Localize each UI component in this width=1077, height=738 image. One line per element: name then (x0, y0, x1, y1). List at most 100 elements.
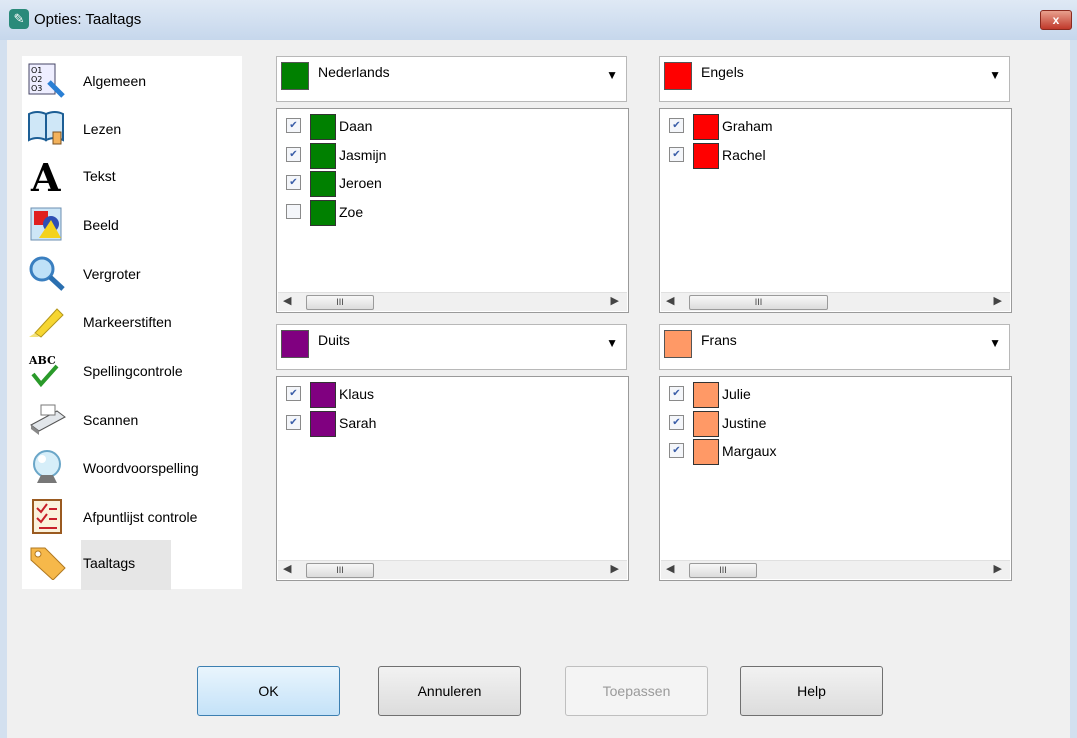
scroll-thumb[interactable]: III (306, 563, 374, 578)
voice-checkbox[interactable]: ✔ (669, 415, 684, 430)
dropdown-arrow-icon: ▼ (989, 336, 1001, 350)
sidebar-item-label: Lezen (83, 121, 122, 137)
checklist-icon (32, 499, 62, 534)
voice-color-swatch (310, 114, 336, 140)
voice-name: Zoe (339, 204, 364, 220)
svg-text:A: A (30, 157, 61, 193)
voice-name: Klaus (339, 386, 375, 402)
window-title: Opties: Taaltags (34, 11, 142, 28)
voice-color-swatch (310, 200, 336, 226)
svg-text:O2: O2 (31, 75, 42, 84)
dropdown-arrow-icon: ▼ (606, 336, 618, 350)
sidebar-item-spellingcontrole[interactable]: ABC Spellingcontrole (22, 348, 242, 392)
sidebar-item-scannen[interactable]: Scannen (22, 397, 242, 441)
close-button[interactable]: x (1040, 10, 1072, 30)
dropdown-arrow-icon: ▼ (989, 68, 1001, 82)
voice-checkbox[interactable]: ✔ (669, 147, 684, 162)
voice-color-swatch (693, 382, 719, 408)
scanner-icon (30, 404, 66, 435)
title-bar: ✎ Opties: Taaltags x (0, 0, 1077, 41)
sidebar-item-label: Woordvoorspelling (83, 460, 199, 476)
horizontal-scrollbar[interactable]: ◀ III ▶ (661, 292, 1010, 311)
scroll-thumb[interactable]: III (689, 563, 757, 578)
window-frame-right (1070, 40, 1077, 738)
scroll-right-icon[interactable]: ▶ (994, 562, 1002, 575)
voice-checkbox[interactable]: ✔ (669, 443, 684, 458)
voice-color-swatch (310, 143, 336, 169)
voice-name: Jeroen (339, 175, 382, 191)
voice-list-engels[interactable]: ✔ Graham ✔ Rachel ◀ III ▶ (659, 108, 1012, 313)
apply-button[interactable]: Toepassen (565, 666, 708, 716)
sidebar-item-vergroter[interactable]: Vergroter (22, 251, 242, 295)
horizontal-scrollbar[interactable]: ◀ III ▶ (278, 292, 627, 311)
scroll-right-icon[interactable]: ▶ (994, 294, 1002, 307)
scroll-left-icon[interactable]: ◀ (666, 294, 674, 307)
scroll-right-icon[interactable]: ▶ (611, 294, 619, 307)
scroll-thumb[interactable]: III (306, 295, 374, 310)
dropdown-arrow-icon: ▼ (606, 68, 618, 82)
horizontal-scrollbar[interactable]: ◀ III ▶ (661, 560, 1010, 579)
scroll-left-icon[interactable]: ◀ (666, 562, 674, 575)
magnifier-icon (29, 256, 65, 291)
svg-text:O3: O3 (31, 84, 42, 93)
options-sidebar: O1 O2 O3 Algemeen Lezen A Tekst Beeld Verg… (22, 56, 242, 590)
book-read-icon (28, 111, 64, 145)
voice-checkbox[interactable]: ✔ (286, 415, 301, 430)
voice-name: Daan (339, 118, 373, 134)
language-name: Nederlands (318, 64, 390, 80)
voice-name: Justine (722, 415, 767, 431)
sidebar-item-algemeen[interactable]: O1 O2 O3 Algemeen (22, 58, 242, 102)
voice-name: Graham (722, 118, 773, 134)
language-name: Engels (701, 64, 744, 80)
voice-checkbox[interactable]: ✔ (669, 386, 684, 401)
voice-checkbox[interactable]: ✔ (286, 147, 301, 162)
text-a-icon: A (30, 157, 61, 193)
cancel-button[interactable]: Annuleren (378, 666, 521, 716)
options-dialog: ✎ Opties: Taaltags x O1 O2 O3 Algemeen Lez… (0, 0, 1077, 738)
scroll-right-icon[interactable]: ▶ (611, 562, 619, 575)
language-color-swatch (281, 330, 309, 358)
voice-checkbox[interactable]: ✔ (286, 386, 301, 401)
window-frame-left (0, 40, 7, 738)
sidebar-item-woordvoorspelling[interactable]: Woordvoorspelling (22, 445, 242, 489)
ok-button[interactable]: OK (197, 666, 340, 716)
language-dropdown-duits[interactable]: Duits ▼ (276, 324, 627, 370)
scroll-left-icon[interactable]: ◀ (283, 294, 291, 307)
voice-list-frans[interactable]: ✔ Julie ✔ Justine ✔ Margaux ◀ III ▶ (659, 376, 1012, 581)
svg-text:ABC: ABC (28, 354, 56, 367)
help-button[interactable]: Help (740, 666, 883, 716)
language-name: Duits (318, 332, 350, 348)
voice-checkbox[interactable]: ✔ (669, 118, 684, 133)
sidebar-item-label: Vergroter (83, 266, 141, 282)
scroll-thumb[interactable]: III (689, 295, 828, 310)
voice-name: Margaux (722, 443, 777, 459)
crystal-ball-icon (33, 450, 61, 483)
voice-list-nederlands[interactable]: ✔ Daan ✔ Jasmijn ✔ Jeroen ✔ Zoe ◀ III ▶ (276, 108, 629, 313)
sidebar-item-beeld[interactable]: Beeld (22, 202, 242, 246)
sidebar-item-lezen[interactable]: Lezen (22, 106, 242, 150)
sidebar-item-taaltags[interactable]: Taaltags (22, 540, 242, 590)
voice-name: Rachel (722, 147, 766, 163)
scroll-left-icon[interactable]: ◀ (283, 562, 291, 575)
voice-checkbox[interactable]: ✔ (286, 204, 301, 219)
voice-color-swatch (693, 439, 719, 465)
language-dropdown-nederlands[interactable]: Nederlands ▼ (276, 56, 627, 102)
sidebar-item-label: Beeld (83, 217, 119, 233)
sidebar-item-markeerstiften[interactable]: Markeerstiften (22, 299, 242, 343)
language-name: Frans (701, 332, 737, 348)
spellcheck-icon: ABC (28, 354, 59, 388)
general-options-icon: O1O2O3 (28, 63, 65, 98)
sidebar-item-afpuntlijst-controle[interactable]: Afpuntlijst controle (22, 494, 242, 538)
voice-checkbox[interactable]: ✔ (286, 118, 301, 133)
shapes-picture-icon (30, 207, 62, 241)
voice-name: Jasmijn (339, 147, 387, 163)
horizontal-scrollbar[interactable]: ◀ III ▶ (278, 560, 627, 579)
sidebar-item-tekst[interactable]: A Tekst (22, 153, 242, 197)
voice-list-duits[interactable]: ✔ Klaus ✔ Sarah ◀ III ▶ (276, 376, 629, 581)
language-dropdown-frans[interactable]: Frans ▼ (659, 324, 1010, 370)
sidebar-item-label: Taaltags (83, 555, 136, 571)
voice-color-swatch (693, 411, 719, 437)
voice-checkbox[interactable]: ✔ (286, 175, 301, 190)
voice-color-swatch (310, 382, 336, 408)
language-dropdown-engels[interactable]: Engels ▼ (659, 56, 1010, 102)
